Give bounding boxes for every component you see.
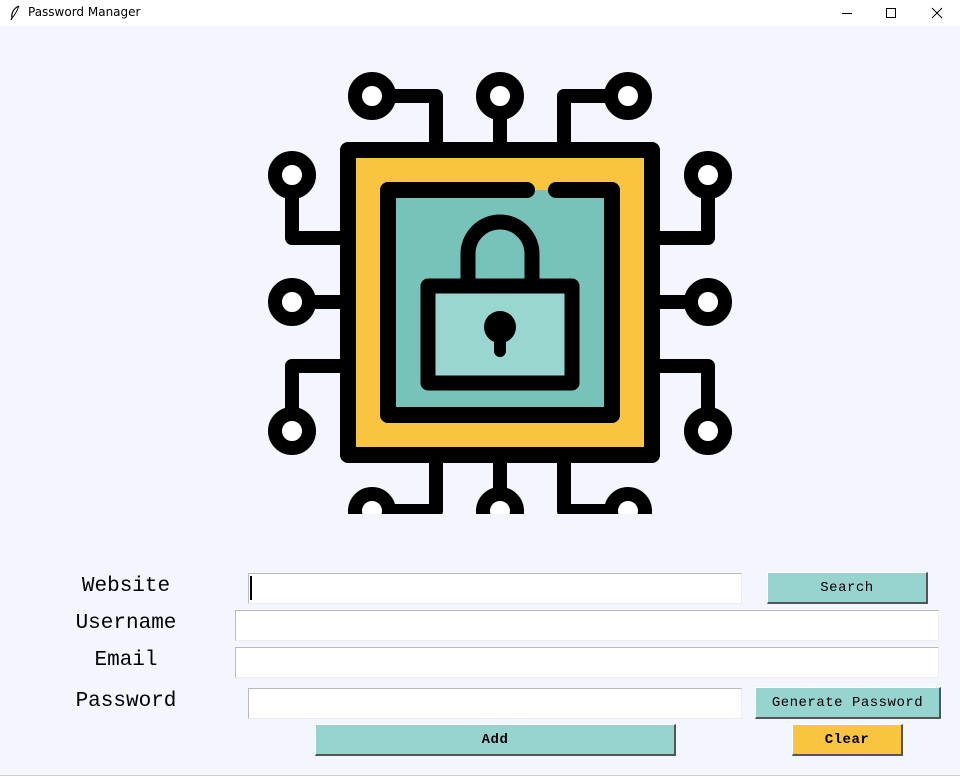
window-bottom-edge — [0, 775, 960, 779]
minimize-button[interactable] — [824, 0, 870, 26]
website-label: Website — [81, 575, 171, 598]
close-button[interactable] — [914, 0, 960, 26]
generate-password-button[interactable]: Generate Password — [755, 687, 941, 719]
title-bar: Password Manager — [0, 0, 960, 26]
website-input[interactable] — [248, 573, 742, 604]
minimize-icon — [842, 13, 852, 14]
add-button[interactable]: Add — [315, 724, 676, 756]
maximize-icon — [886, 8, 896, 18]
lock-chip-icon — [268, 72, 732, 514]
text-caret — [250, 576, 252, 600]
maximize-button[interactable] — [868, 0, 914, 26]
email-input[interactable] — [235, 647, 939, 678]
window-title: Password Manager — [28, 5, 141, 19]
username-label: Username — [75, 612, 177, 635]
close-icon — [931, 7, 943, 19]
password-input[interactable] — [248, 688, 742, 719]
email-label: Email — [94, 649, 158, 672]
password-label: Password — [75, 690, 177, 713]
clear-button[interactable]: Clear — [792, 724, 903, 756]
feather-icon — [10, 5, 20, 21]
username-input[interactable] — [235, 610, 939, 641]
search-button[interactable]: Search — [767, 572, 928, 604]
